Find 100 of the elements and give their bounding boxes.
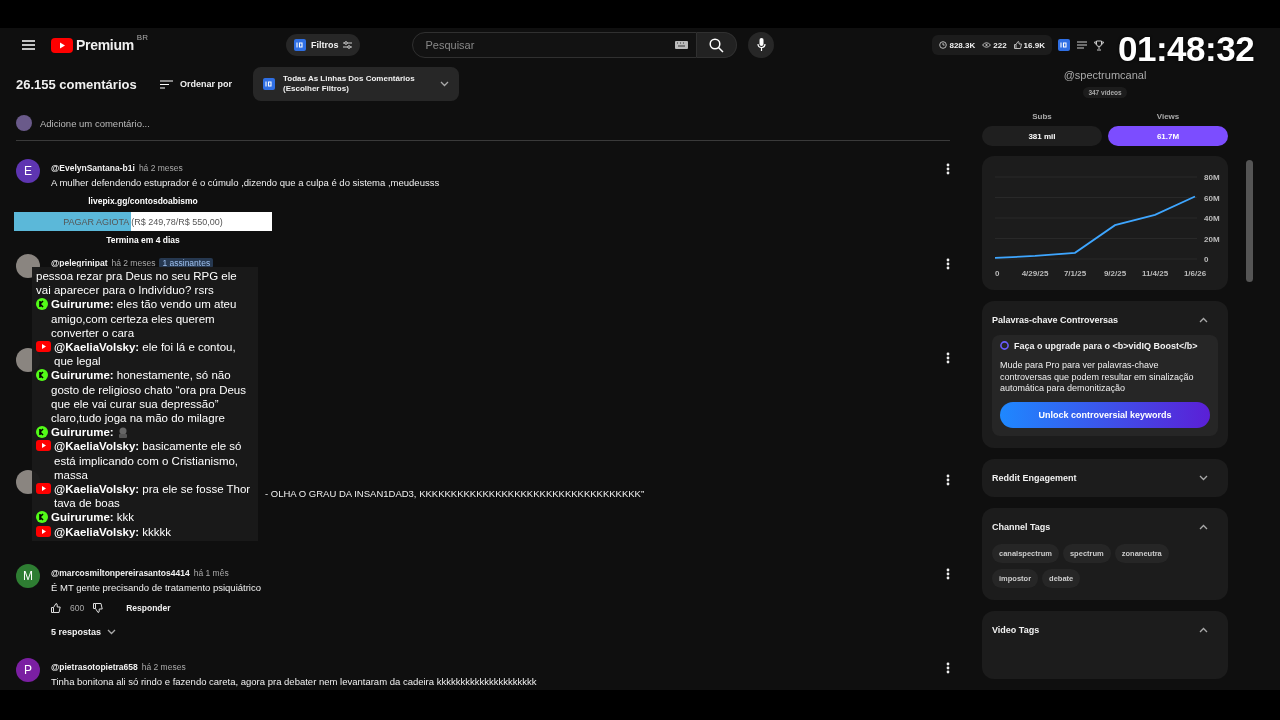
more-options-icon[interactable]: [946, 474, 950, 486]
vidiq-logo-icon: [263, 78, 275, 90]
comment-time: há 2 meses: [138, 163, 183, 173]
chevron-up-icon[interactable]: [1199, 317, 1208, 323]
comment-count: 26.155 comentários: [16, 76, 138, 92]
more-options-icon[interactable]: [946, 568, 950, 580]
channel-handle: @spectrumcanal: [1062, 69, 1148, 81]
keyboard-icon[interactable]: [675, 41, 689, 49]
youtube-icon: [36, 440, 51, 452]
kick-icon: [36, 426, 48, 439]
youtube-icon: [36, 341, 51, 352]
axis-label: 60M: [1204, 193, 1220, 203]
axis-label: 80M: [1204, 173, 1220, 182]
like-count: 600: [70, 603, 85, 613]
metric-label: Subs: [1031, 112, 1053, 121]
axis-label: 20M: [1204, 234, 1220, 244]
clock-icon: [939, 41, 948, 49]
comment-author[interactable]: @EvelynSantana-b1i: [51, 163, 135, 173]
chevron-up-icon[interactable]: [1199, 524, 1208, 530]
comment-author[interactable]: @pietrasotopietra658: [51, 662, 138, 672]
chat-message: @KaeliaVolsky: kkkkk: [54, 524, 173, 539]
comment-time: há 2 meses: [111, 258, 156, 268]
play-logo-icon[interactable]: [51, 37, 73, 53]
comment-text: Tinha bonitona ali só rindo e fazendo careta, agora pra debater nem levantaram da cadeira kkkkkkkkkkkkkkkkkkkkk: [51, 676, 538, 687]
axis-label: 1/6/26: [1183, 269, 1207, 278]
comment-text: A mulher defendendo estuprador é o cúmulo ,dizendo que a culpa é do sistema ,meudeusss: [51, 177, 441, 188]
menu-icon[interactable]: [22, 40, 35, 50]
avatar[interactable]: P: [16, 658, 40, 682]
microphone-icon: [756, 38, 766, 52]
youtube-icon: [36, 525, 51, 537]
logo-text: Premium: [76, 37, 134, 53]
comment-text: É MT gente precisando de tratamento psiquiátrico: [51, 582, 262, 593]
scrollbar-thumb[interactable]: [1246, 160, 1253, 282]
vidiq-logo-icon: [293, 39, 306, 51]
comment-time: há 2 meses: [141, 662, 186, 672]
stat-value: 222: [993, 40, 1007, 50]
sort-button[interactable]: Ordenar por: [160, 79, 253, 89]
section-title[interactable]: Palavras-chave Controversas: [992, 315, 1119, 325]
youtube-icon: [36, 483, 51, 495]
more-options-icon[interactable]: [946, 258, 950, 270]
axis-label: 0: [995, 269, 1000, 278]
sort-icon: [160, 79, 173, 89]
chat-message: Guirurume: kkk: [51, 510, 136, 525]
thumbs-up-icon[interactable]: [51, 603, 61, 613]
kick-icon: [36, 369, 48, 382]
more-options-icon[interactable]: [946, 163, 950, 175]
replies-toggle[interactable]: 5 respostas: [51, 627, 117, 637]
thumbs-up-icon: [1013, 41, 1022, 49]
chat-message: Guirurume: honestamente, só não gosto de religioso chato “ora pra Deus que ele vai curar sua depressão” claro,tudo joga na mão do milagre: [51, 368, 247, 426]
goal-label: PAGAR AGIOTA (R$ 249,78/R$ 550,00): [63, 216, 223, 227]
avatar[interactable]: M: [16, 564, 40, 588]
stat-value: 16.9K: [1023, 40, 1045, 50]
section-title[interactable]: Channel Tags: [992, 522, 1051, 532]
comment-time: há 1 mês: [193, 568, 229, 578]
axis-label: 40M: [1204, 214, 1220, 223]
section-title[interactable]: Reddit Engagement: [992, 473, 1077, 483]
kick-icon: [36, 511, 48, 524]
chat-author: Guirurume:: [51, 425, 114, 440]
chevron-up-icon[interactable]: [1199, 627, 1208, 633]
axis-label: 11/4/25: [1141, 269, 1169, 278]
sliders-icon: [343, 41, 353, 49]
upgrade-title: Faça o upgrade para o <b>vidIQ Boost</b>: [1014, 341, 1198, 353]
comment-author[interactable]: @marcosmiltonpereirasantos4414: [51, 568, 190, 578]
comment-input[interactable]: Adicione um comentário...: [40, 117, 950, 129]
comment-author[interactable]: @pelegrinipat: [51, 258, 108, 268]
region-label: BR: [136, 33, 148, 42]
chevron-down-icon[interactable]: [1199, 475, 1208, 481]
microphone-button[interactable]: [748, 32, 775, 58]
trophy-icon[interactable]: [1093, 39, 1104, 51]
thumbs-down-icon[interactable]: [93, 603, 104, 613]
more-options-icon[interactable]: [946, 662, 950, 674]
user-avatar: [16, 115, 32, 131]
upgrade-text: Mude para Pro para ver palavras-chave controversas que podem resultar em sinalização automática para demonitização: [1000, 360, 1195, 394]
search-button[interactable]: [697, 32, 738, 58]
chevron-down-icon[interactable]: [440, 81, 449, 87]
axis-label: 7/1/25: [1063, 269, 1087, 278]
metric-label: Views: [1155, 112, 1181, 121]
comment-text: - OLHA O GRAU DA INSAN1DAD3, KKKKKKKKKKKKKKKKKKKKKKKKKKKKKKKKKKK”: [265, 488, 645, 499]
list-icon[interactable]: [1076, 41, 1087, 49]
section-title[interactable]: Video Tags: [992, 625, 1040, 635]
axis-label: 0: [1204, 255, 1209, 264]
metric-tab[interactable]: 61.7M: [1108, 126, 1228, 146]
metric-tab[interactable]: 381 mil: [982, 126, 1102, 146]
unlock-button[interactable]: Unlock controversial keywords: [1000, 402, 1210, 428]
stream-clock: 01:48:32: [1118, 29, 1255, 68]
search-icon: [709, 37, 725, 53]
more-options-icon[interactable]: [946, 352, 950, 364]
axis-label: 4/29/25: [1021, 269, 1049, 278]
kick-icon: [36, 298, 48, 311]
filter-dropdown[interactable]: Todas As Linhas Dos Comentários (Escolher Filtros): [253, 67, 459, 101]
reply-button[interactable]: Responder: [126, 603, 171, 613]
chevron-down-icon[interactable]: [107, 629, 117, 635]
avatar[interactable]: E: [16, 159, 40, 183]
goal-deadline: Termina em 4 dias: [106, 235, 180, 245]
vidiq-logo-icon: [1000, 341, 1009, 350]
stat-value: 828.3K: [949, 40, 976, 50]
eye-icon: [982, 42, 992, 48]
axis-label: 9/2/25: [1103, 269, 1127, 278]
filters-button[interactable]: Filtros: [285, 34, 361, 56]
vidiq-logo-icon: [1057, 39, 1070, 51]
